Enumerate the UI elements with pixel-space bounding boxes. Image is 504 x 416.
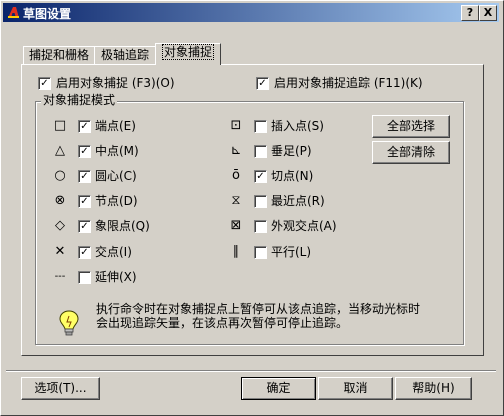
clear-all-button[interactable]: 全部清除: [372, 141, 450, 164]
tip-line-1: 执行命令时在对象捕捉点上暂停可从该点追踪，当移动光标时: [96, 302, 421, 316]
insertion-checkbox[interactable]: [254, 120, 267, 133]
endpoint-label: 端点(E): [95, 119, 136, 133]
nearest-icon: ⧖: [231, 193, 241, 208]
footer-separator: [6, 370, 496, 372]
tangent-checkbox[interactable]: ✓: [254, 170, 267, 183]
apparent-intersection-icon: ⊠: [230, 218, 242, 233]
center-label: 圆心(C): [95, 169, 137, 183]
intersection-label: 交点(I): [95, 245, 132, 259]
help-button[interactable]: 帮助(H): [395, 377, 472, 400]
intersection-checkbox[interactable]: ✓: [78, 246, 91, 259]
node-icon: ⊗: [54, 193, 66, 208]
extension-icon: ---: [54, 271, 66, 282]
apparent-intersection-checkbox[interactable]: [254, 220, 267, 233]
cancel-button[interactable]: 取消: [318, 377, 393, 400]
endpoint-icon: □: [53, 118, 67, 133]
perpendicular-checkbox[interactable]: [254, 145, 267, 158]
ok-button[interactable]: 确定: [241, 377, 316, 400]
quadrant-icon: ◇: [55, 218, 65, 233]
parallel-label: 平行(L): [271, 245, 312, 259]
title-bar[interactable]: 草图设置 ? X: [3, 3, 499, 22]
tab-label: 对象捕捉: [161, 44, 215, 60]
nearest-checkbox[interactable]: [254, 195, 267, 208]
intersection-icon: ✕: [54, 244, 66, 259]
options-button[interactable]: 选项(T)...: [21, 377, 100, 400]
perpendicular-icon: ⊾: [230, 143, 242, 158]
close-title-button[interactable]: X: [479, 5, 497, 21]
midpoint-label: 中点(M): [95, 144, 139, 158]
enable-tracking-checkbox[interactable]: ✓: [256, 77, 269, 90]
help-title-button[interactable]: ?: [461, 5, 479, 21]
center-checkbox[interactable]: ✓: [78, 170, 91, 183]
midpoint-icon: △: [55, 143, 65, 158]
enable-tracking-label: 启用对象捕捉追踪 (F11)(K): [274, 76, 423, 90]
nearest-label: 最近点(R): [271, 194, 325, 208]
extension-label: 延伸(X): [95, 270, 137, 284]
insertion-label: 插入点(S): [271, 119, 324, 133]
center-icon: ○: [54, 168, 66, 183]
apparent-intersection-label: 外观交点(A): [271, 219, 337, 233]
tip-line-2: 会出现追踪矢量，在该点再次暂停可停止追踪。: [96, 316, 349, 330]
midpoint-checkbox[interactable]: ✓: [78, 145, 91, 158]
select-all-button[interactable]: 全部选择: [372, 115, 450, 138]
tangent-label: 切点(N): [271, 169, 314, 183]
lightbulb-icon: [59, 310, 79, 336]
tab-label: 极轴追踪: [100, 48, 149, 62]
parallel-checkbox[interactable]: [254, 246, 267, 259]
tab-label: 捕捉和栅格: [28, 48, 89, 62]
node-checkbox[interactable]: ✓: [78, 195, 91, 208]
tab-object-snap[interactable]: 对象捕捉: [155, 43, 221, 65]
node-label: 节点(D): [95, 194, 138, 208]
quadrant-checkbox[interactable]: ✓: [78, 220, 91, 233]
endpoint-checkbox[interactable]: ✓: [78, 120, 91, 133]
extension-checkbox[interactable]: [78, 271, 91, 284]
window-title: 草图设置: [23, 7, 72, 21]
perpendicular-label: 垂足(P): [271, 144, 312, 158]
insertion-icon: ⊡: [230, 118, 242, 133]
tab-snap-grid[interactable]: 捕捉和栅格: [23, 46, 95, 66]
tab-polar-tracking[interactable]: 极轴追踪: [94, 46, 156, 66]
enable-snap-checkbox[interactable]: ✓: [38, 77, 51, 90]
quadrant-label: 象限点(Q): [95, 219, 150, 233]
enable-snap-label: 启用对象捕捉 (F3)(O): [56, 76, 175, 90]
group-title: 对象捕捉模式: [41, 93, 118, 107]
autocad-app-icon: [8, 7, 19, 18]
parallel-icon: ∥: [232, 244, 240, 259]
tangent-icon: ō: [232, 168, 240, 183]
